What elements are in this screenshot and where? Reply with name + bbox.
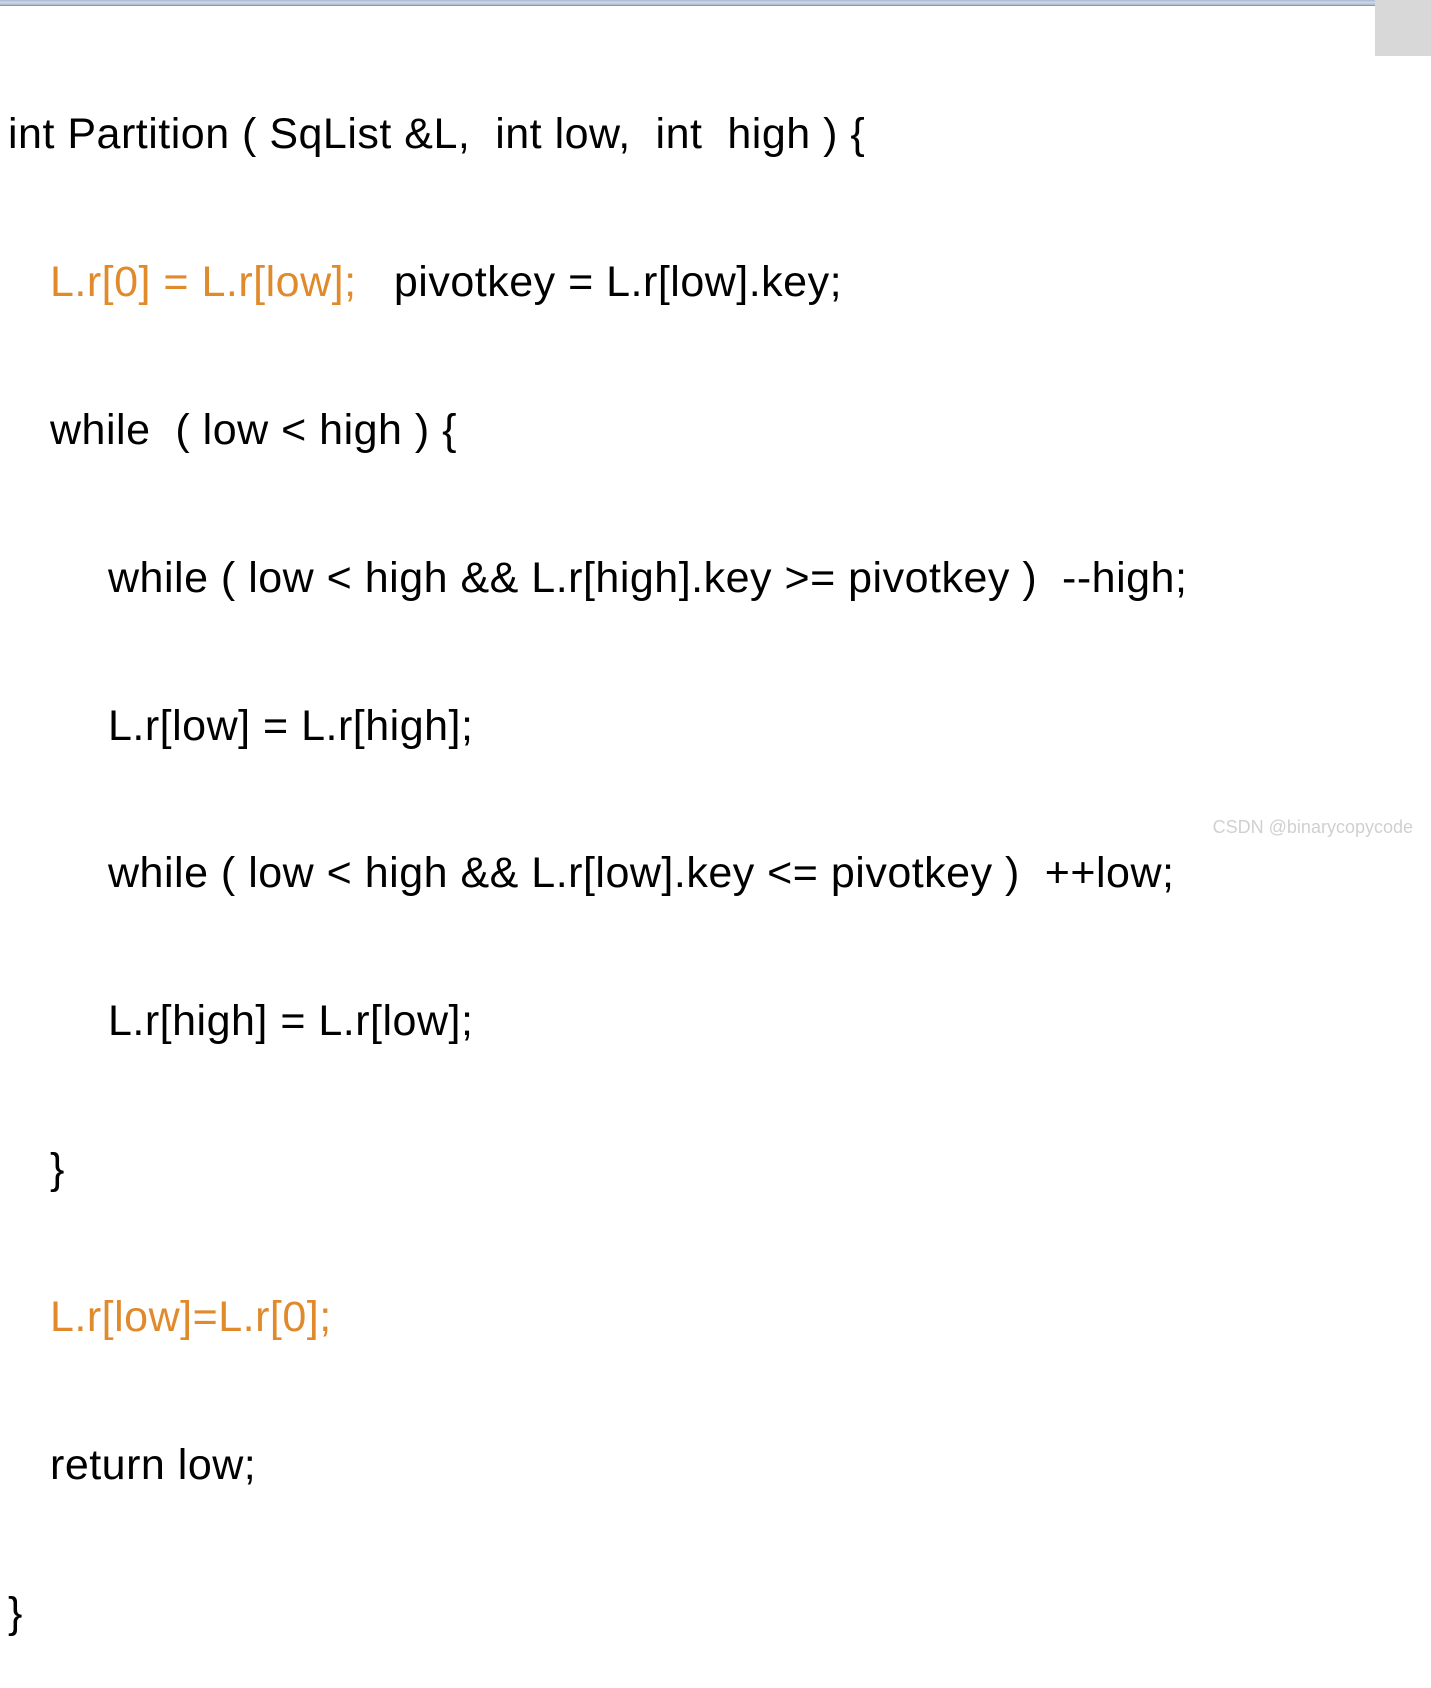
highlight-sentinel-save: L.r[0] = L.r[low];: [50, 258, 357, 306]
code-line-10: return low;: [8, 1429, 1431, 1503]
code-line-3: while ( low < high ) {: [8, 394, 1431, 468]
highlight-sentinel-restore: L.r[low]=L.r[0];: [8, 1281, 1431, 1355]
code-line-6: while ( low < high && L.r[low].key <= pi…: [8, 837, 1431, 911]
code-line-2-rest: pivotkey = L.r[low].key;: [357, 258, 843, 306]
code-content: int Partition ( SqList &L, int low, int …: [0, 6, 1431, 1688]
code-line-1: int Partition ( SqList &L, int low, int …: [8, 98, 1431, 172]
code-line-7: L.r[high] = L.r[low];: [8, 985, 1431, 1059]
code-line-5: L.r[low] = L.r[high];: [8, 690, 1431, 764]
code-line-4: while ( low < high && L.r[high].key >= p…: [8, 542, 1431, 616]
watermark-text: CSDN @binarycopycode: [1213, 817, 1413, 838]
code-line-2: L.r[0] = L.r[low]; pivotkey = L.r[low].k…: [8, 246, 1431, 320]
scrollbar-thumb[interactable]: [1375, 0, 1431, 56]
code-line-11: }: [8, 1577, 1431, 1651]
code-line-8: }: [8, 1133, 1431, 1207]
